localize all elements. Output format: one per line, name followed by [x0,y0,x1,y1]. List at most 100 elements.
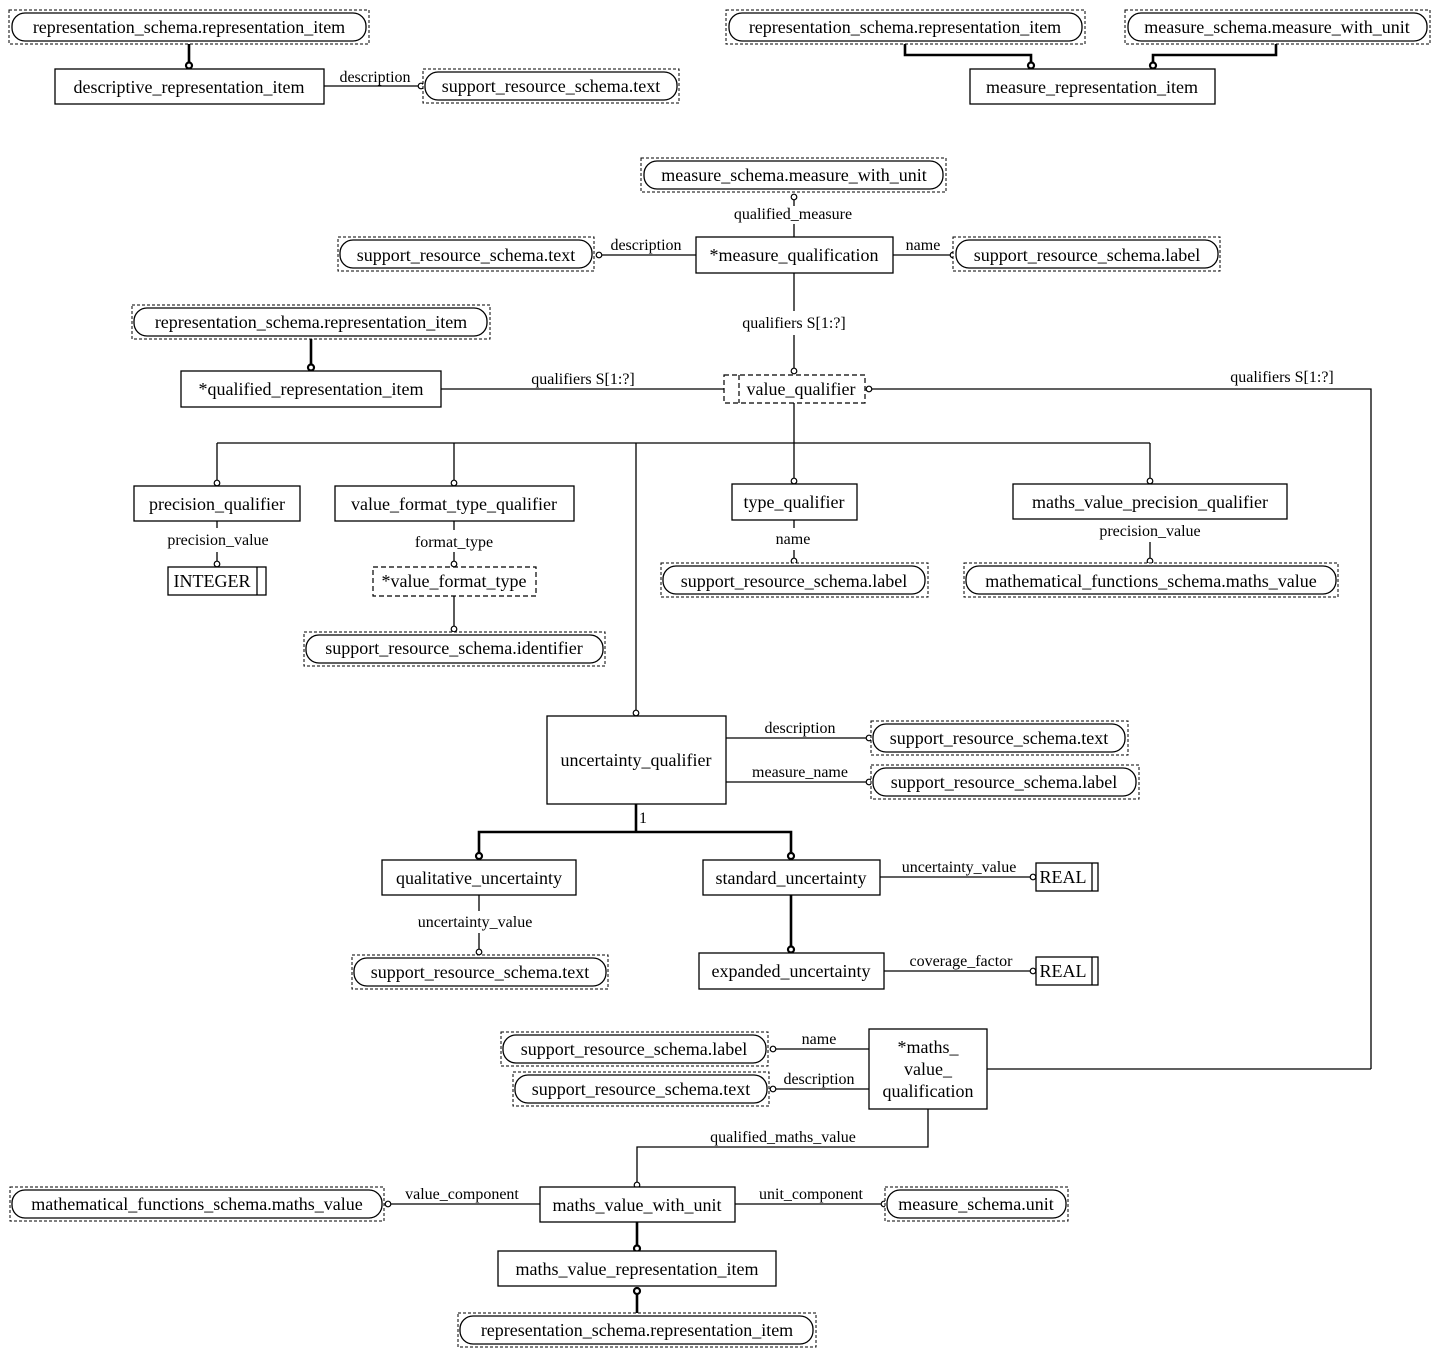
ref-label: measure_schema.unit [898,1194,1053,1214]
attr-label: qualifiers S[1:?] [1230,369,1334,386]
ref-measure-with-unit-2[interactable]: measure_schema.measure_with_unit [640,157,947,193]
type-real-2[interactable]: REAL [1035,956,1099,986]
attr-label: precision_value [167,532,268,549]
attr-label: description [783,1071,854,1088]
ref-label: support_resource_schema.label [891,772,1117,792]
entity-maths-value-precision-qualifier[interactable]: maths_value_precision_qualifier [1012,483,1288,520]
attr-label: description [610,237,681,254]
entity-standard-uncertainty[interactable]: standard_uncertainty [702,859,881,896]
ref-label: measure_schema.measure_with_unit [661,165,926,185]
ref-representation-item-3[interactable]: representation_schema.representation_ite… [131,304,491,340]
ref-maths-value-1[interactable]: mathematical_functions_schema.maths_valu… [963,562,1339,598]
entity-label-line-2: value_ [904,1059,953,1079]
attr-label: format_type [415,534,493,551]
entity-label: uncertainty_qualifier [561,750,712,770]
entity-label: type_qualifier [744,492,845,512]
type-real-1[interactable]: REAL [1035,862,1099,892]
subtype-link [1151,44,1278,63]
type-integer[interactable]: INTEGER [167,566,267,596]
ref-text-4[interactable]: support_resource_schema.text [351,954,609,990]
attr-label: qualified_measure [734,206,852,223]
attr-label: coverage_factor [909,953,1013,970]
ref-label-4[interactable]: support_resource_schema.label [500,1031,769,1067]
ref-label: mathematical_functions_schema.maths_valu… [985,571,1316,591]
entity-measure-qualification[interactable]: *measure_qualification [695,236,894,274]
entity-maths-value-qualification[interactable]: *maths_ value_ qualification [868,1028,988,1110]
attr-label: value_component [405,1186,519,1203]
type-value-format-type[interactable]: *value_format_type [372,566,537,597]
entity-label: *measure_qualification [710,245,879,265]
attr-label: description [339,69,410,86]
entity-label: value_format_type_qualifier [351,494,557,514]
attr-label: measure_name [752,764,848,781]
attr-label: uncertainty_value [418,914,533,931]
ref-label: support_resource_schema.text [357,245,575,265]
attr-label: unit_component [759,1186,864,1203]
ref-label: support_resource_schema.identifier [325,638,582,658]
type-label: *value_format_type [382,571,527,591]
entity-label-line-1: *maths_ [898,1037,960,1057]
attr-label: qualifiers S[1:?] [531,371,635,388]
type-label: INTEGER [174,571,251,591]
ref-text-5[interactable]: support_resource_schema.text [512,1071,770,1107]
ref-representation-item-1[interactable]: representation_schema.representation_ite… [8,9,370,45]
entity-label: *qualified_representation_item [199,379,424,399]
ref-label: support_resource_schema.text [532,1079,750,1099]
ref-label: representation_schema.representation_ite… [749,17,1061,37]
entity-type-qualifier[interactable]: type_qualifier [731,483,858,521]
entity-label: maths_value_representation_item [516,1259,759,1279]
ref-label-1[interactable]: support_resource_schema.label [952,236,1221,272]
entity-expanded-uncertainty[interactable]: expanded_uncertainty [698,952,885,990]
entity-maths-value-with-unit[interactable]: maths_value_with_unit [539,1186,736,1223]
express-g-diagram: representation_schema.representation_ite… [8,9,1431,1348]
ref-label: representation_schema.representation_ite… [155,312,467,332]
attr-label: description [764,720,835,737]
entity-label: measure_representation_item [986,77,1198,97]
ref-text-2[interactable]: support_resource_schema.text [337,236,595,272]
entity-label: qualitative_uncertainty [396,868,562,888]
ref-representation-item-4[interactable]: representation_schema.representation_ite… [457,1312,817,1348]
select-value-qualifier[interactable]: value_qualifier [723,374,866,404]
ref-label-2[interactable]: support_resource_schema.label [660,562,929,598]
entity-maths-value-representation-item[interactable]: maths_value_representation_item [497,1250,777,1287]
entity-descriptive-representation-item[interactable]: descriptive_representation_item [54,68,325,105]
entity-label-line-3: qualification [883,1081,974,1101]
ref-label: support_resource_schema.label [521,1039,747,1059]
ref-measure-with-unit-1[interactable]: measure_schema.measure_with_unit [1124,9,1431,45]
attr-label: name [776,531,811,548]
entity-label: descriptive_representation_item [74,77,305,97]
ref-representation-item-2[interactable]: representation_schema.representation_ite… [725,9,1086,45]
entity-label: maths_value_with_unit [553,1195,722,1215]
attr-label: qualifiers S[1:?] [742,315,846,332]
ref-text-3[interactable]: support_resource_schema.text [870,720,1129,756]
entity-qualitative-uncertainty[interactable]: qualitative_uncertainty [381,859,577,896]
entity-qualified-representation-item[interactable]: *qualified_representation_item [180,370,442,408]
ref-label: support_resource_schema.text [442,76,660,96]
attr-label: precision_value [1099,523,1200,540]
oneof-label: 1 [639,810,647,827]
entity-label: expanded_uncertainty [712,961,871,981]
ref-identifier-1[interactable]: support_resource_schema.identifier [303,631,606,667]
select-label: value_qualifier [747,379,856,399]
ref-text-1[interactable]: support_resource_schema.text [422,68,680,104]
attr-label: name [906,237,941,254]
attr-label: name [802,1031,837,1048]
entity-label: maths_value_precision_qualifier [1032,492,1268,512]
type-label: REAL [1040,961,1087,981]
ref-label: representation_schema.representation_ite… [481,1320,793,1340]
entity-value-format-type-qualifier[interactable]: value_format_type_qualifier [334,485,575,522]
entity-precision-qualifier[interactable]: precision_qualifier [133,485,301,522]
ref-label: support_resource_schema.text [371,962,589,982]
entity-label: precision_qualifier [149,494,285,514]
ref-label: mathematical_functions_schema.maths_valu… [31,1194,362,1214]
attr-label: uncertainty_value [902,859,1017,876]
entity-label: standard_uncertainty [716,868,867,888]
subtype-circle [184,61,194,70]
entity-measure-representation-item[interactable]: measure_representation_item [969,68,1216,105]
ref-label: measure_schema.measure_with_unit [1144,17,1409,37]
ref-label-3[interactable]: support_resource_schema.label [870,764,1140,800]
ref-maths-value-2[interactable]: mathematical_functions_schema.maths_valu… [9,1186,385,1222]
entity-uncertainty-qualifier[interactable]: uncertainty_qualifier [546,715,727,805]
ref-label: support_resource_schema.text [890,728,1108,748]
ref-unit-1[interactable]: measure_schema.unit [884,1186,1069,1222]
